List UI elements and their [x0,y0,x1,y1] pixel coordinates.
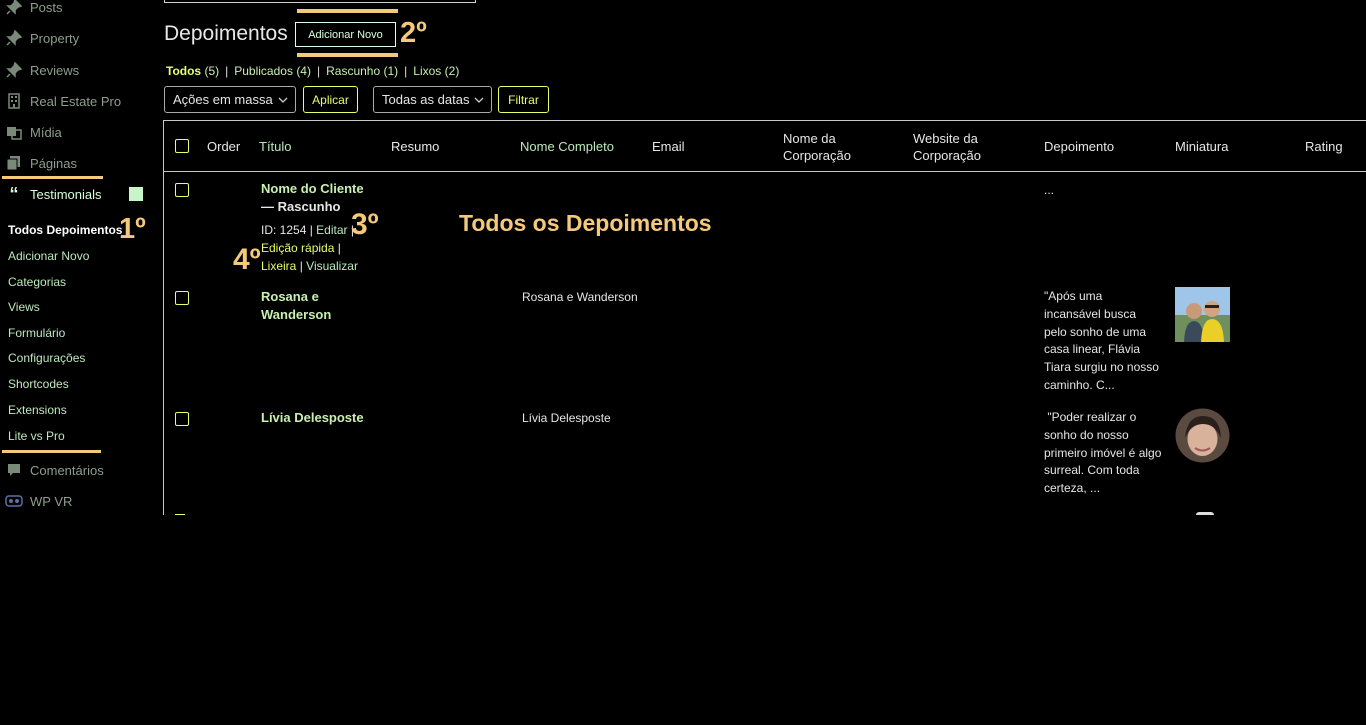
chevron-down-icon [474,93,484,103]
quote-icon: “ [9,183,19,204]
submenu-item-add-new[interactable]: Adicionar Novo [8,249,89,263]
chevron-down-icon [278,93,288,103]
row-checkbox[interactable] [175,412,189,426]
add-new-button[interactable]: Adicionar Novo [295,22,396,47]
sidebar-item-reviews[interactable]: Reviews [0,55,155,85]
column-order[interactable]: Order [207,138,240,155]
filter-trash[interactable]: Lixos (2) [413,64,459,78]
row-id: ID: 1254 [261,223,307,237]
admin-screen: Posts Property Reviews Real Estate Pro M… [0,0,1366,515]
divider: | [404,64,408,78]
media-icon [5,123,23,141]
row-testimonial: "Após uma incansável busca pelo sonho de… [1044,289,1159,392]
trash-link[interactable]: Lixeira [261,259,296,273]
sidebar-item-wp-vr[interactable]: WP VR [0,486,155,515]
dates-select[interactable]: Todas as datas [373,86,492,113]
annotation-bar [2,450,101,453]
sidebar-item-label: Mídia [30,124,62,140]
annotation-step-3: 3º [351,208,379,241]
annotation-step-2: 2º [400,17,427,49]
filter-all[interactable]: Todos (5) [166,64,219,78]
sidebar-item-real-estate-pro[interactable]: Real Estate Pro [0,86,155,116]
sidebar-item-posts[interactable]: Posts [0,0,155,22]
row-title-link[interactable]: Rosana e Wanderson [261,288,351,324]
sidebar-item-label: Posts [30,0,63,15]
quick-edit-link[interactable]: Edição rápida [261,241,334,255]
sidebar-item-label: Páginas [30,155,77,171]
row-checkbox[interactable] [175,514,185,515]
row-title-link[interactable]: Lívia Delesposte [261,409,381,427]
row-full-name: Rosana e Wanderson [522,290,638,304]
divider: | [225,64,229,78]
pages-icon [5,154,23,172]
column-full-name[interactable]: Nome Completo [520,138,614,155]
top-box [164,0,476,3]
thumbnail-image[interactable] [1175,408,1230,463]
column-rating: Rating [1305,139,1343,154]
column-thumbnail: Miniatura [1175,139,1229,154]
submenu-item-views[interactable]: Views [8,300,40,314]
dates-value: Todas as datas [382,92,470,107]
filter-button[interactable]: Filtrar [498,86,549,113]
edit-link[interactable]: Editar [316,223,347,237]
submenu-item-extensions[interactable]: Extensions [8,403,67,417]
pin-icon [5,61,23,79]
sidebar-item-comments[interactable]: Comentários [0,455,155,485]
select-all-checkbox[interactable] [175,139,189,153]
submenu-item-shortcodes[interactable]: Shortcodes [8,377,69,391]
column-email: Email [652,139,685,154]
current-indicator [129,187,143,201]
divider [163,171,1366,172]
page-title: Depoimentos [164,22,288,45]
bulk-actions-value: Ações em massa [173,92,273,107]
submenu-item-form[interactable]: Formulário [8,326,65,340]
sidebar-item-label: Testimonials [30,186,102,202]
pin-icon [5,29,23,47]
thumbnail-image[interactable] [1196,512,1214,515]
row-full-name: Lívia Delesposte [522,411,611,425]
sidebar-item-pages[interactable]: Páginas [0,148,155,178]
column-company-website: Website da Corporação [913,131,981,163]
annotation-bar [297,53,398,57]
row-testimonial: "Poder realizar o sonho do nosso primeir… [1044,410,1165,496]
row-testimonial: ... [1044,183,1055,197]
filter-draft[interactable]: Rascunho (1) [326,64,398,78]
column-testimonial: Depoimento [1044,139,1115,154]
filter-published[interactable]: Publicados (4) [234,64,311,78]
submenu-item-all-testimonials[interactable]: Todos Depoimentos [8,223,122,237]
bulk-actions-select[interactable]: Ações em massa [164,86,296,113]
row-checkbox[interactable] [175,183,189,197]
thumbnail-image[interactable] [1175,287,1230,342]
sidebar-item-label: Comentários [30,462,104,478]
annotation-step-1: 1º [119,213,146,245]
submenu-item-lite-vs-pro[interactable]: Lite vs Pro [8,429,65,443]
column-company-name: Nome da Corporação [783,131,851,163]
sidebar-item-label: WP VR [30,493,73,509]
submenu-item-categories[interactable]: Categorias [8,275,66,289]
status-filters: Todos (5) | Publicados (4) | Rascunho (1… [166,64,459,78]
annotation-step-4: 4º [233,243,261,276]
divider: | [316,64,321,78]
comment-icon [5,461,23,479]
pin-icon [5,0,23,16]
sidebar-item-property[interactable]: Property [0,23,155,53]
view-link[interactable]: Visualizar [306,259,358,273]
row-checkbox[interactable] [175,291,189,305]
sidebar-item-label: Real Estate Pro [30,93,122,109]
vr-icon [5,492,23,510]
column-title[interactable]: Título [259,138,292,155]
column-excerpt: Resumo [391,139,440,154]
sidebar-item-label: Reviews [30,62,80,78]
annotation-bar [297,9,398,13]
admin-sidebar: Posts Property Reviews Real Estate Pro M… [0,0,155,515]
apply-button[interactable]: Aplicar [303,86,358,113]
annotation-overlay-label: Todos os Depoimentos [459,210,712,236]
submenu-item-settings[interactable]: Configurações [8,351,85,365]
sidebar-item-label: Property [30,30,80,46]
sidebar-item-media[interactable]: Mídia [0,117,155,147]
row-title-link[interactable]: Nome do Cliente [261,180,381,198]
building-icon [5,92,23,110]
